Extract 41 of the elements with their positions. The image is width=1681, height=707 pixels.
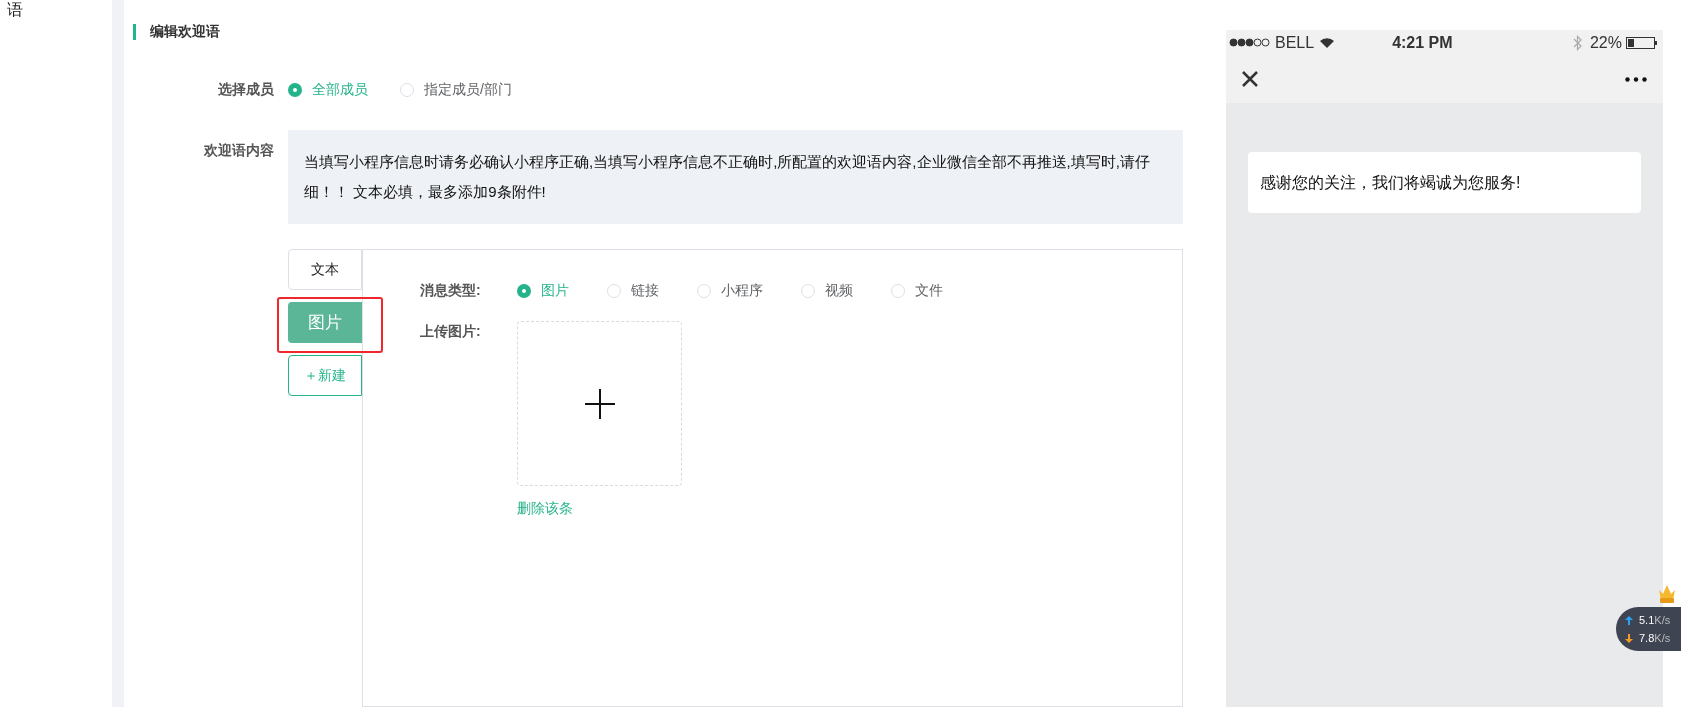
close-icon[interactable] bbox=[1242, 71, 1258, 87]
field-label: 欢迎语内容 bbox=[203, 141, 274, 160]
radio-label: 图片 bbox=[541, 281, 569, 300]
carrier-text: BELL bbox=[1275, 32, 1315, 53]
sidebar-text: 语 bbox=[7, 0, 23, 20]
bluetooth-icon bbox=[1572, 34, 1582, 51]
download-arrow-icon bbox=[1625, 633, 1633, 643]
radio-label: 小程序 bbox=[721, 281, 763, 300]
attachment-tab[interactable]: 文本 bbox=[288, 249, 362, 290]
attachment-tab[interactable]: 图片 bbox=[288, 302, 362, 343]
upload-speed: 5.1K/s bbox=[1639, 613, 1671, 628]
radio-label: 全部成员 bbox=[312, 80, 368, 99]
radio-label: 链接 bbox=[631, 281, 659, 300]
battery-icon bbox=[1626, 36, 1658, 49]
radio-button[interactable] bbox=[607, 283, 621, 298]
radio-label: 视频 bbox=[825, 281, 853, 300]
notice-text: 当填写小程序信息时请务必确认小程序正确,当填写小程序信息不正确时,所配置的欢迎语内容,企业微信全部不再推送,填写时,请仔细！！ 文本必填，最多添加9条附件! bbox=[288, 130, 1183, 224]
radio-button[interactable] bbox=[697, 283, 711, 298]
new-button[interactable]: ＋新建 bbox=[288, 355, 362, 396]
radio-button[interactable] bbox=[288, 82, 302, 97]
download-speed: 7.8K/s bbox=[1639, 631, 1671, 646]
radio-button[interactable] bbox=[400, 82, 414, 97]
signal-icon bbox=[1229, 38, 1271, 47]
battery-text: 22% bbox=[1589, 32, 1622, 53]
message-text: 感谢您的关注，我们将竭诚为您服务! bbox=[1260, 172, 1521, 193]
wifi-icon bbox=[1319, 36, 1336, 49]
radio-button[interactable] bbox=[517, 283, 531, 298]
field-label: 消息类型: bbox=[420, 281, 482, 300]
field-label: 选择成员 bbox=[217, 80, 274, 99]
section-title: 编辑欢迎语 bbox=[150, 22, 220, 41]
upload-arrow-icon bbox=[1625, 615, 1633, 625]
radio-button[interactable] bbox=[891, 283, 905, 298]
plus-icon bbox=[584, 388, 615, 419]
delete-link[interactable]: 删除该条 bbox=[517, 498, 682, 519]
more-icon[interactable] bbox=[1625, 76, 1647, 82]
field-label: 上传图片: bbox=[420, 322, 482, 341]
clock-text: 4:21 PM bbox=[1392, 32, 1453, 53]
radio-label: 指定成员/部门 bbox=[424, 80, 512, 99]
upload-box[interactable] bbox=[517, 321, 682, 486]
radio-label: 文件 bbox=[915, 281, 943, 300]
radio-button[interactable] bbox=[801, 283, 815, 298]
